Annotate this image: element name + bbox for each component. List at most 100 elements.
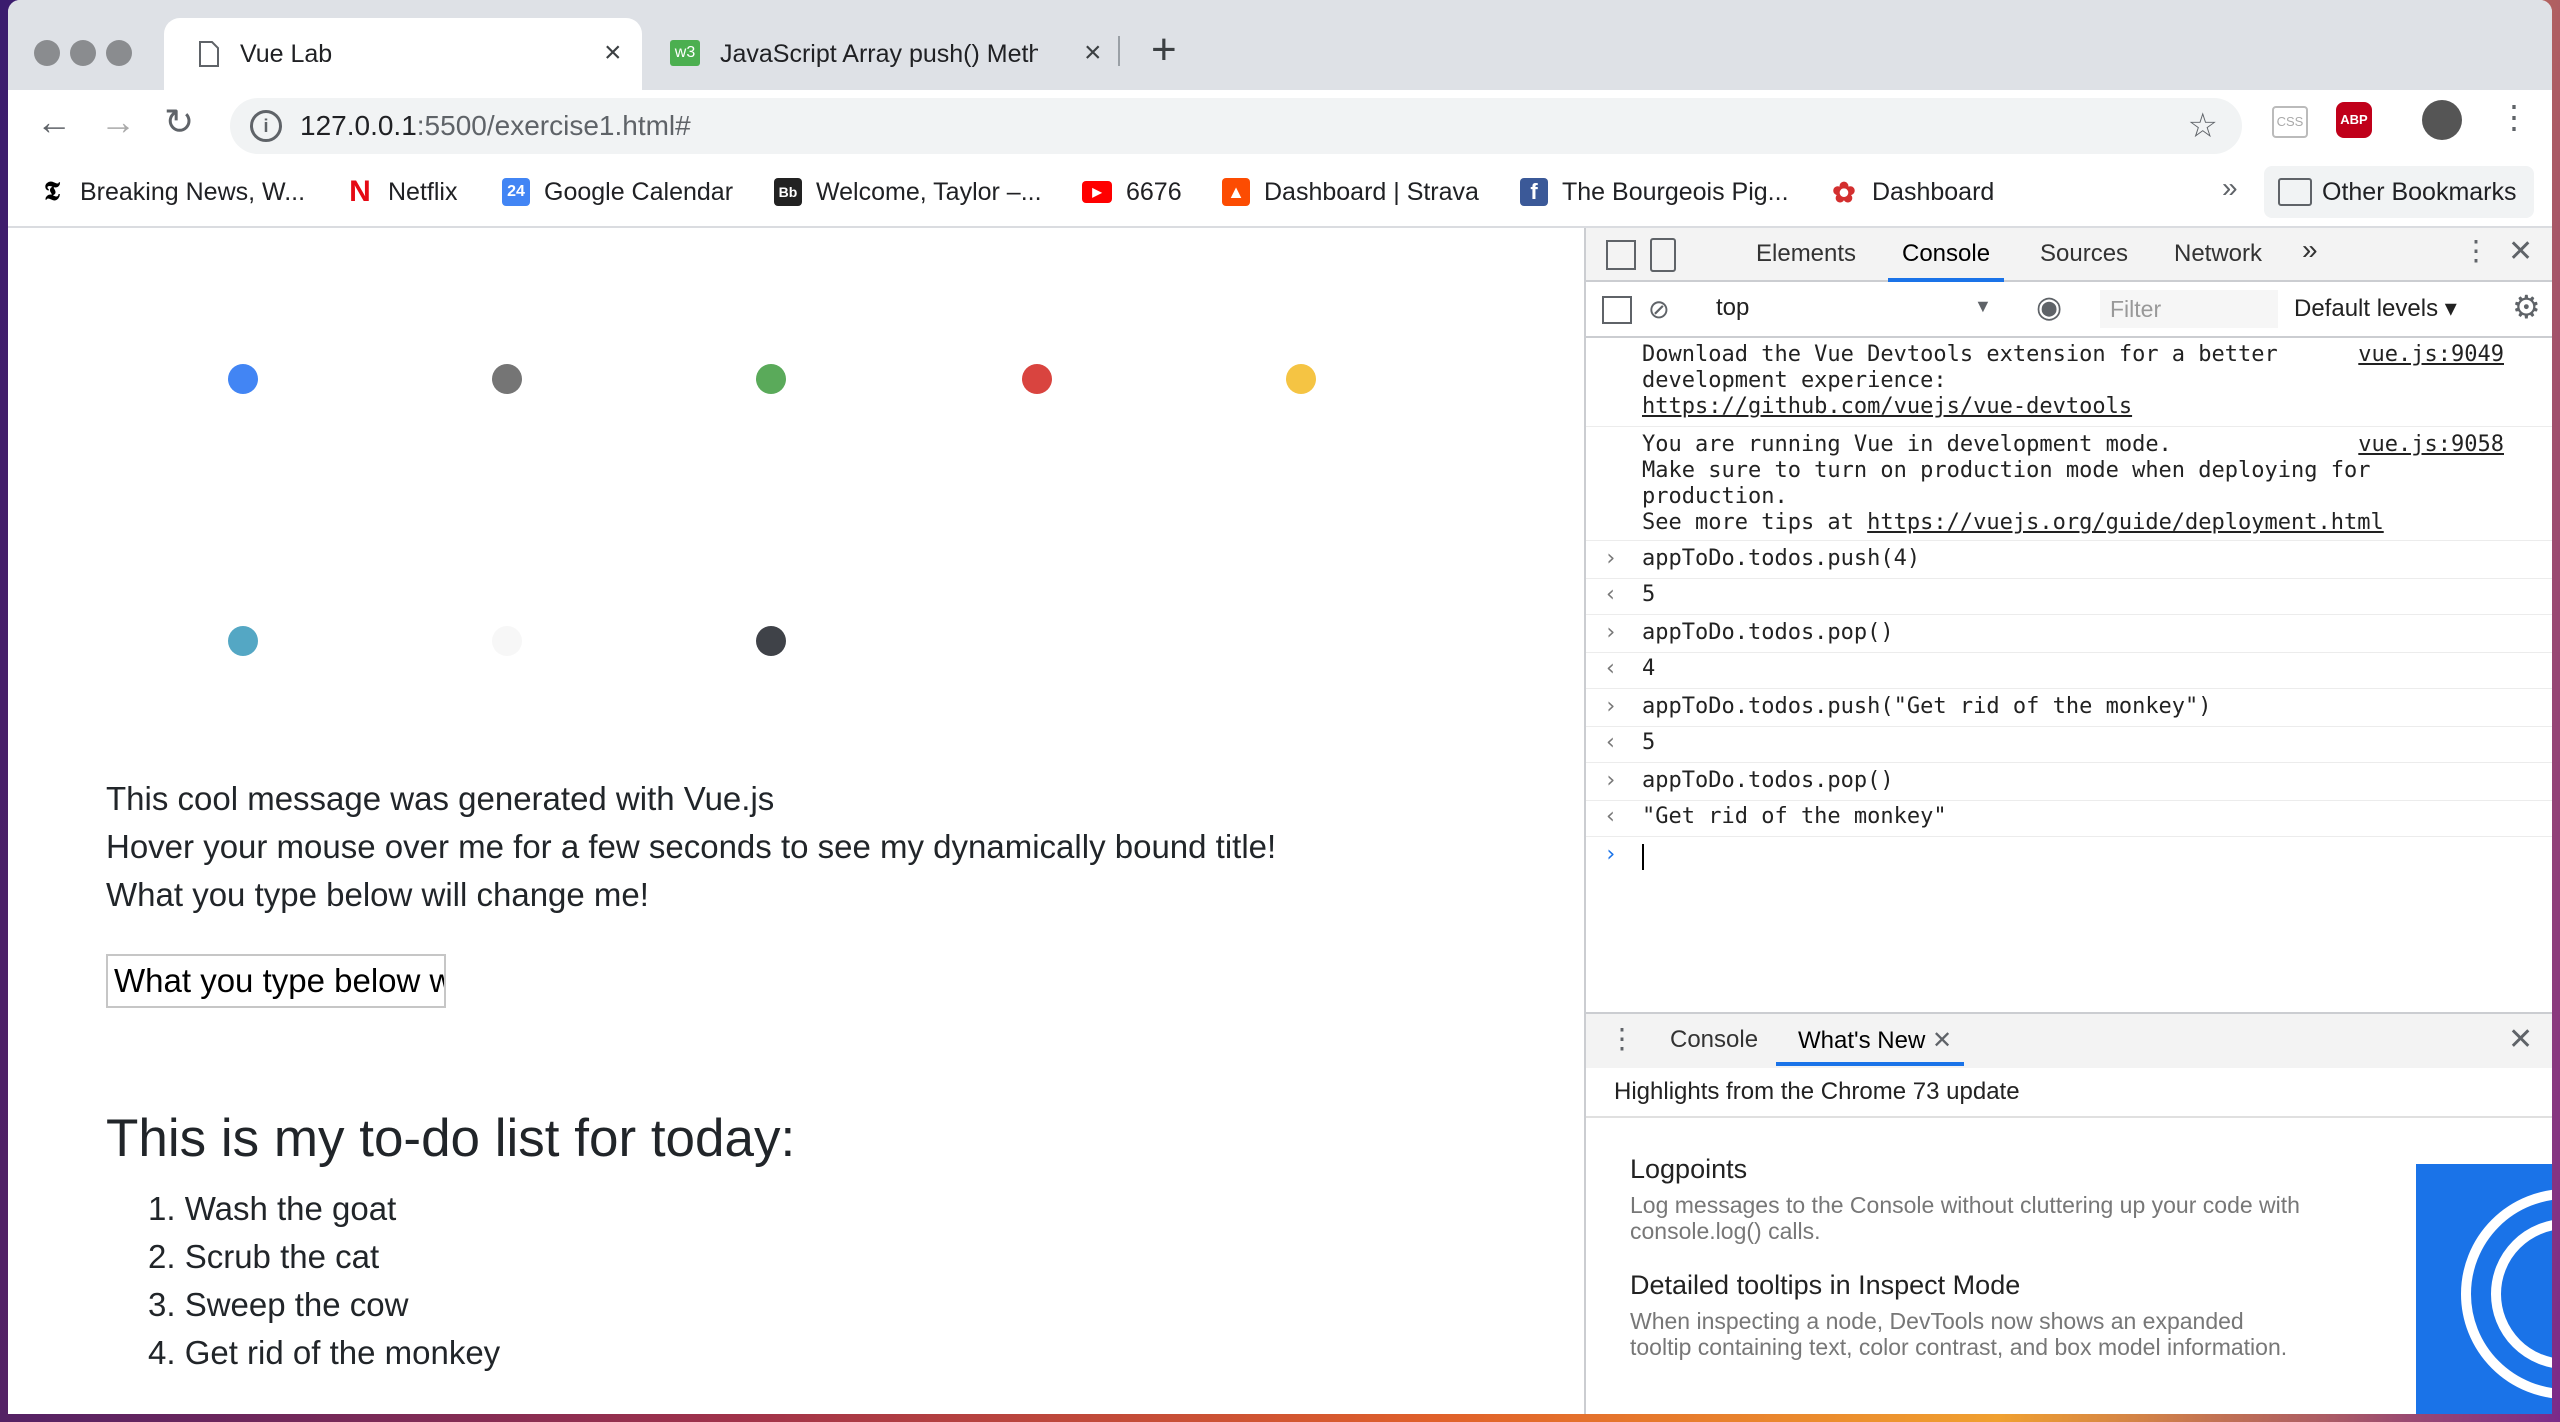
bookmark-item[interactable]: ▶ 6676 xyxy=(1082,174,1182,210)
console-message: Download the Vue Devtools extension for … xyxy=(1586,338,2552,427)
minimize-window-button[interactable] xyxy=(70,40,96,66)
bookmark-item[interactable]: 𝕿 Breaking News, W... xyxy=(38,174,305,210)
source-link[interactable]: vue.js:9049 xyxy=(2358,342,2504,367)
console-prompt[interactable]: › xyxy=(1586,838,2552,878)
drawer-menu-icon[interactable]: ⋮ xyxy=(1608,1022,1636,1055)
feature-title[interactable]: Logpoints xyxy=(1630,1154,1747,1185)
result-arrow-icon: ‹ xyxy=(1604,656,1618,681)
tab-sources[interactable]: Sources xyxy=(2040,240,2128,268)
info-icon[interactable]: i xyxy=(250,110,282,142)
bookmark-item[interactable]: Bb Welcome, Taylor –... xyxy=(774,174,1042,210)
devtools-menu-icon[interactable]: ⋮ xyxy=(2462,234,2490,267)
console-result-row: ‹ "Get rid of the monkey" xyxy=(1586,800,2552,837)
bookmark-item[interactable]: ▲ Dashboard | Strava xyxy=(1222,174,1479,210)
bookmark-item[interactable]: N Netflix xyxy=(346,174,457,210)
new-tab-button[interactable]: + xyxy=(1151,28,1177,72)
calendar-icon: 24 xyxy=(502,178,530,206)
message-input[interactable]: What you type below will change me! xyxy=(106,954,446,1008)
page-viewport: This cool message was generated with Vue… xyxy=(8,228,1584,1414)
bookmarks-overflow-button[interactable]: » xyxy=(2222,172,2238,204)
bookmark-item[interactable]: f The Bourgeois Pig... xyxy=(1520,174,1789,210)
result-arrow-icon: ‹ xyxy=(1604,804,1618,829)
other-bookmarks-label: Other Bookmarks xyxy=(2322,178,2517,206)
reload-button[interactable]: ↻ xyxy=(164,104,194,140)
clear-console-icon[interactable]: ⊘ xyxy=(1648,294,1670,325)
highlights-heading: Highlights from the Chrome 73 update xyxy=(1586,1068,2552,1118)
console-result-row: ‹ 4 xyxy=(1586,652,2552,689)
tab-title: JavaScript Array push() Metho xyxy=(720,40,1038,68)
console-link[interactable]: https://vuejs.org/guide/deployment.html xyxy=(1867,510,2384,535)
eye-icon[interactable]: ◉ xyxy=(2036,290,2062,325)
feature-title[interactable]: Detailed tooltips in Inspect Mode xyxy=(1630,1270,2020,1301)
browser-toolbar: ← → ↻ i 127.0.0.1:5500/exercise1.html# ☆… xyxy=(8,90,2552,162)
log-levels-select[interactable]: Default levels ▾ xyxy=(2294,294,2457,323)
bookmark-label: Dashboard xyxy=(1872,177,1995,206)
context-dropdown-icon[interactable]: ▼ xyxy=(1974,296,1992,317)
tab-console[interactable]: Console xyxy=(1887,240,2005,282)
bookmarks-bar: 𝕿 Breaking News, W... N Netflix 24 Googl… xyxy=(8,162,2552,228)
address-bar[interactable]: i 127.0.0.1:5500/exercise1.html# ☆ xyxy=(230,98,2242,154)
bookmark-star-icon[interactable]: ☆ xyxy=(2188,106,2218,146)
chrome-update-thumbnail[interactable] xyxy=(2416,1164,2552,1414)
bound-text: What you type below will change me! xyxy=(106,876,649,913)
forward-button[interactable]: → xyxy=(100,104,136,140)
drawer-tab-bar: ⋮ Console What's New ✕ ✕ xyxy=(1586,1012,2552,1070)
menu-icon[interactable]: ⋮ xyxy=(2498,98,2530,136)
console-result: 4 xyxy=(1642,656,1656,681)
input-chevron-icon: › xyxy=(1604,694,1618,719)
avatar[interactable] xyxy=(2422,100,2462,140)
filter-input[interactable]: Filter xyxy=(2100,290,2278,328)
console-input-row: › appToDo.todos.pop() xyxy=(1586,764,2552,801)
zoom-window-button[interactable] xyxy=(106,40,132,66)
tab-elements[interactable]: Elements xyxy=(1756,240,1856,268)
close-tab-icon[interactable]: × xyxy=(1084,36,1102,70)
todo-item: 4. Get rid of the monkey xyxy=(148,1334,501,1371)
other-bookmarks-folder[interactable]: Other Bookmarks xyxy=(2264,166,2534,218)
inspect-element-icon[interactable] xyxy=(1606,240,1636,270)
console-result-row: ‹ 5 xyxy=(1586,578,2552,615)
close-drawer-icon[interactable]: ✕ xyxy=(2508,1022,2533,1057)
url-text: 127.0.0.1:5500/exercise1.html# xyxy=(300,110,691,141)
close-tab-icon[interactable]: × xyxy=(604,36,622,70)
console-input: appToDo.todos.pop() xyxy=(1642,768,1894,793)
bookmark-label: Welcome, Taylor –... xyxy=(816,177,1042,206)
close-window-button[interactable] xyxy=(34,40,60,66)
console-toolbar: ⊘ top ▼ ◉ Filter Default levels ▾ ⚙ xyxy=(1586,282,2552,338)
strava-icon: ▲ xyxy=(1222,178,1250,206)
result-arrow-icon: ‹ xyxy=(1604,582,1618,607)
adblock-plus-icon[interactable]: ABP xyxy=(2336,102,2372,138)
close-devtools-icon[interactable]: ✕ xyxy=(2508,234,2533,269)
sidebar-toggle-icon[interactable] xyxy=(1602,296,1632,324)
console-input: appToDo.todos.pop() xyxy=(1642,620,1894,645)
css-extension-icon[interactable]: CSS xyxy=(2272,106,2308,138)
color-dot xyxy=(228,626,258,656)
message-text: This cool message was generated with Vue… xyxy=(106,780,775,817)
more-tabs-button[interactable]: » xyxy=(2302,234,2318,266)
context-select[interactable]: top xyxy=(1716,294,1749,322)
settings-gear-icon[interactable]: ⚙ xyxy=(2512,288,2541,326)
input-chevron-icon: › xyxy=(1604,546,1618,571)
color-dot xyxy=(1022,364,1052,394)
facebook-icon: f xyxy=(1520,178,1548,206)
youtube-icon: ▶ xyxy=(1082,181,1112,203)
console-result: 5 xyxy=(1642,582,1656,607)
drawer-tab-console[interactable]: Console xyxy=(1670,1026,1758,1054)
color-dot xyxy=(756,364,786,394)
color-dot xyxy=(492,364,522,394)
feature-desc: When inspecting a node, DevTools now sho… xyxy=(1630,1308,2288,1360)
source-link[interactable]: vue.js:9058 xyxy=(2358,432,2504,457)
tab-array-push[interactable]: w3 JavaScript Array push() Metho × xyxy=(658,18,1108,90)
tab-network[interactable]: Network xyxy=(2174,240,2262,268)
device-toolbar-icon[interactable] xyxy=(1650,238,1676,272)
whats-new-panel: Highlights from the Chrome 73 update Log… xyxy=(1586,1068,2552,1414)
devtools-tab-bar: Elements Console Sources Network » ⋮ ✕ xyxy=(1586,228,2552,282)
console-link[interactable]: https://github.com/vuejs/vue-devtools xyxy=(1642,394,2132,419)
document-icon xyxy=(199,41,219,67)
bookmark-item[interactable]: 24 Google Calendar xyxy=(502,174,733,210)
result-arrow-icon: ‹ xyxy=(1604,730,1618,755)
drawer-tab-whats-new[interactable]: What's New ✕ xyxy=(1798,1026,1952,1055)
bookmark-item[interactable]: ✿ Dashboard xyxy=(1830,174,1994,210)
tab-vue-lab[interactable]: Vue Lab × xyxy=(164,18,642,90)
color-dot xyxy=(756,626,786,656)
back-button[interactable]: ← xyxy=(36,104,72,140)
